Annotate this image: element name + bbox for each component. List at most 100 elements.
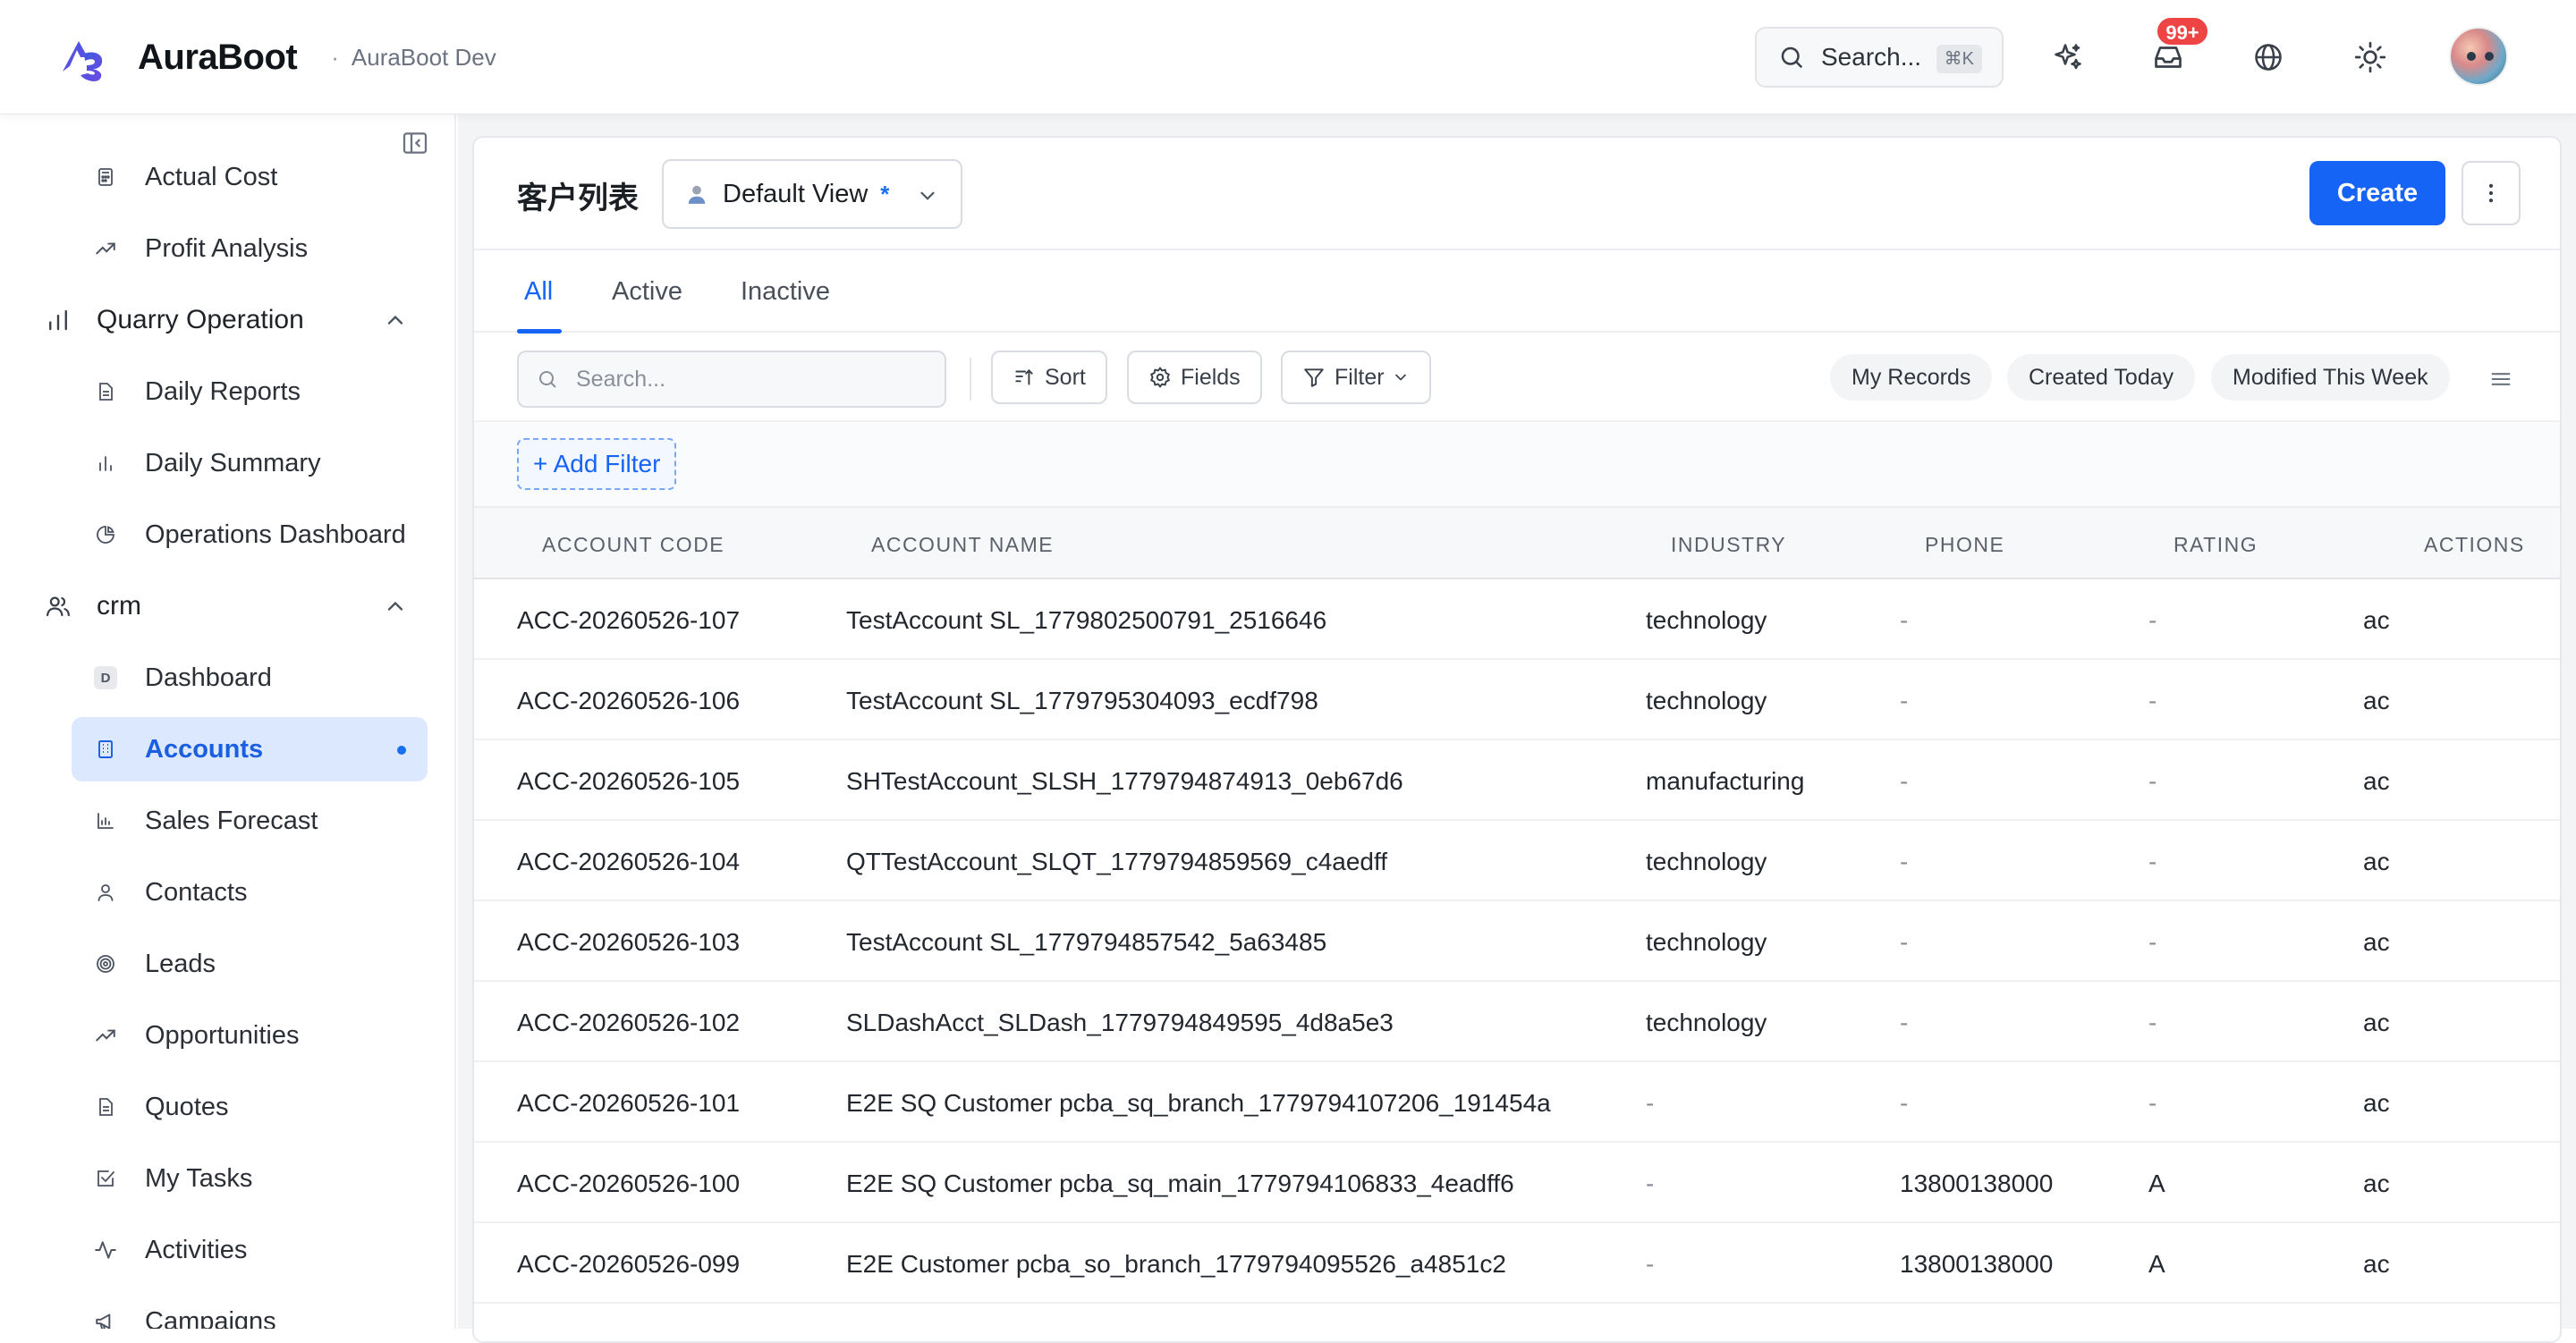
cell-industry: technology xyxy=(1646,928,1767,956)
table-row[interactable]: ACC-20260526-103 TestAccount SL_17797948… xyxy=(474,901,2560,982)
cell-account-code[interactable]: ACC-20260526-105 xyxy=(517,767,740,796)
table-row[interactable]: ACC-20260526-100 E2E SQ Customer pcba_sq… xyxy=(474,1143,2560,1223)
quick-filter-created-today[interactable]: Created Today xyxy=(2007,354,2196,401)
cell-account-code[interactable]: ACC-20260526-103 xyxy=(517,928,740,957)
cell-phone: 13800138000 xyxy=(1900,1170,2054,1197)
filter-button[interactable]: Filter xyxy=(1281,351,1431,404)
table-row[interactable]: ACC-20260526-105 SHTestAccount_SLSH_1779… xyxy=(474,740,2560,821)
cell-account-code[interactable]: ACC-20260526-100 xyxy=(517,1170,740,1198)
document-icon xyxy=(93,1094,118,1119)
sidebar-item-leads[interactable]: Leads xyxy=(72,932,428,996)
sort-button[interactable]: Sort xyxy=(991,351,1107,404)
table-row[interactable]: ACC-20260526-107 TestAccount SL_17798025… xyxy=(474,579,2560,660)
sidebar-group-quarry-operation[interactable]: Quarry Operation xyxy=(45,288,428,352)
cell-account-name[interactable]: SHTestAccount_SLSH_1779794874913_0eb67d6 xyxy=(846,767,1403,796)
language-button[interactable] xyxy=(2240,29,2297,86)
quick-filter-my-records[interactable]: My Records xyxy=(1830,354,1993,401)
column-header-account-name[interactable]: ACCOUNT NAME xyxy=(871,533,1054,557)
cell-actions[interactable]: actions xyxy=(2363,1089,2390,1118)
sidebar-item-label: Accounts xyxy=(145,734,264,764)
cell-industry: technology xyxy=(1646,1009,1767,1036)
cell-actions[interactable]: actions xyxy=(2363,1009,2390,1037)
list-search-input[interactable]: Search... xyxy=(517,351,946,408)
target-icon xyxy=(93,951,118,976)
cell-actions[interactable]: actions xyxy=(2363,767,2390,796)
tab-active[interactable]: Active xyxy=(612,277,682,307)
cell-actions[interactable]: actions xyxy=(2363,848,2390,876)
table-row[interactable]: ACC-20260526-099 E2E Customer pcba_so_br… xyxy=(474,1223,2560,1304)
tab-inactive[interactable]: Inactive xyxy=(741,277,830,307)
add-filter-button[interactable]: + Add Filter xyxy=(517,438,677,490)
sidebar-item-campaigns[interactable]: Campaigns xyxy=(72,1289,428,1329)
quick-filter-modified-this-week[interactable]: Modified This Week xyxy=(2211,354,2450,401)
sidebar-item-actual-cost[interactable]: Actual Cost xyxy=(72,145,428,209)
cell-rating: A xyxy=(2148,1170,2165,1197)
fields-button[interactable]: Fields xyxy=(1127,351,1262,404)
cell-account-name[interactable]: E2E Customer pcba_so_branch_177979409552… xyxy=(846,1250,1506,1279)
sidebar-item-label: Quotes xyxy=(145,1092,229,1121)
toolbar-menu-button[interactable] xyxy=(2483,361,2519,397)
cell-account-code[interactable]: ACC-20260526-106 xyxy=(517,687,740,715)
sidebar-item-activities[interactable]: Activities xyxy=(72,1218,428,1282)
cell-account-code[interactable]: ACC-20260526-099 xyxy=(517,1250,740,1279)
cell-account-name[interactable]: TestAccount SL_1779795304093_ecdf798 xyxy=(846,687,1318,715)
table-row[interactable]: ACC-20260526-106 TestAccount SL_17797953… xyxy=(474,660,2560,740)
bar-chart-icon xyxy=(49,309,67,331)
cell-account-name[interactable]: TestAccount SL_1779794857542_5a63485 xyxy=(846,928,1326,957)
sidebar-group-crm[interactable]: crm xyxy=(45,574,428,638)
column-header-industry[interactable]: INDUSTRY xyxy=(1671,533,1786,557)
cell-account-name[interactable]: E2E SQ Customer pcba_sq_branch_177979410… xyxy=(846,1089,1551,1118)
global-search[interactable]: Search... ⌘K xyxy=(1755,27,2004,88)
cell-actions[interactable]: actions xyxy=(2363,606,2390,635)
sidebar-item-label: Daily Reports xyxy=(145,376,301,406)
cell-account-code[interactable]: ACC-20260526-107 xyxy=(517,606,740,635)
cell-account-name[interactable]: SLDashAcct_SLDash_1779794849595_4d8a5e3 xyxy=(846,1009,1394,1037)
cell-actions[interactable]: actions xyxy=(2363,1250,2390,1279)
table-row[interactable]: ACC-20260526-101 E2E SQ Customer pcba_sq… xyxy=(474,1062,2560,1143)
cell-actions[interactable]: actions xyxy=(2363,928,2390,957)
cell-account-name[interactable]: E2E SQ Customer pcba_sq_main_17797941068… xyxy=(846,1170,1514,1198)
table-row[interactable]: ACC-20260526-104 QTTestAccount_SLQT_1779… xyxy=(474,821,2560,901)
table-row[interactable]: ACC-20260526-102 SLDashAcct_SLDash_17797… xyxy=(474,982,2560,1062)
ai-assistant-button[interactable] xyxy=(2039,29,2097,86)
sidebar-item-operations-dashboard[interactable]: Operations Dashboard xyxy=(72,503,428,567)
more-options-button[interactable] xyxy=(2462,161,2521,225)
dashboard-badge: D xyxy=(94,666,117,689)
cell-account-name[interactable]: TestAccount SL_1779802500791_2516646 xyxy=(846,606,1326,635)
column-header-actions: ACTIONS xyxy=(2424,533,2525,556)
cell-account-code[interactable]: ACC-20260526-102 xyxy=(517,1009,740,1037)
cell-account-code[interactable]: ACC-20260526-101 xyxy=(517,1089,740,1118)
user-avatar[interactable] xyxy=(2449,27,2508,86)
column-header-rating[interactable]: RATING xyxy=(2174,533,2258,557)
sidebar-item-daily-reports[interactable]: Daily Reports xyxy=(72,359,428,424)
sidebar-item-label: Leads xyxy=(145,949,216,978)
cell-actions[interactable]: actions xyxy=(2363,687,2390,715)
sidebar-item-daily-summary[interactable]: Daily Summary xyxy=(72,431,428,495)
sidebar-item-label: Dashboard xyxy=(145,663,272,692)
cell-phone: - xyxy=(1900,767,1909,795)
cell-phone: - xyxy=(1900,687,1909,714)
sidebar-item-dashboard[interactable]: D Dashboard xyxy=(72,646,428,710)
column-header-phone[interactable]: PHONE xyxy=(1925,533,2004,557)
brand[interactable]: AuraBoot · AuraBoot Dev xyxy=(57,30,496,84)
top-header: AuraBoot · AuraBoot Dev Search... ⌘K 99+ xyxy=(0,0,2576,114)
sidebar-item-contacts[interactable]: Contacts xyxy=(72,860,428,925)
cell-account-name[interactable]: QTTestAccount_SLQT_1779794859569_c4aedff xyxy=(846,848,1387,876)
sidebar-item-my-tasks[interactable]: My Tasks xyxy=(72,1146,428,1211)
theme-toggle-button[interactable] xyxy=(2342,29,2399,86)
column-header-account-code[interactable]: ACCOUNT CODE xyxy=(542,533,724,557)
user-icon xyxy=(93,880,118,905)
sort-button-label: Sort xyxy=(1045,364,1086,390)
cell-actions[interactable]: actions xyxy=(2363,1170,2390,1198)
filter-row: + Add Filter xyxy=(474,420,2560,506)
sidebar-item-opportunities[interactable]: Opportunities xyxy=(72,1003,428,1068)
sidebar-item-profit-analysis[interactable]: Profit Analysis xyxy=(72,216,428,281)
sidebar-item-accounts[interactable]: Accounts xyxy=(72,717,428,781)
create-button[interactable]: Create xyxy=(2309,161,2445,225)
view-selector[interactable]: Default View * xyxy=(662,159,962,229)
tab-all[interactable]: All xyxy=(524,277,553,307)
sidebar-item-sales-forecast[interactable]: Sales Forecast xyxy=(72,789,428,853)
notification-badge: 99+ xyxy=(2156,16,2209,46)
cell-account-code[interactable]: ACC-20260526-104 xyxy=(517,848,740,876)
sidebar-item-quotes[interactable]: Quotes xyxy=(72,1075,428,1139)
